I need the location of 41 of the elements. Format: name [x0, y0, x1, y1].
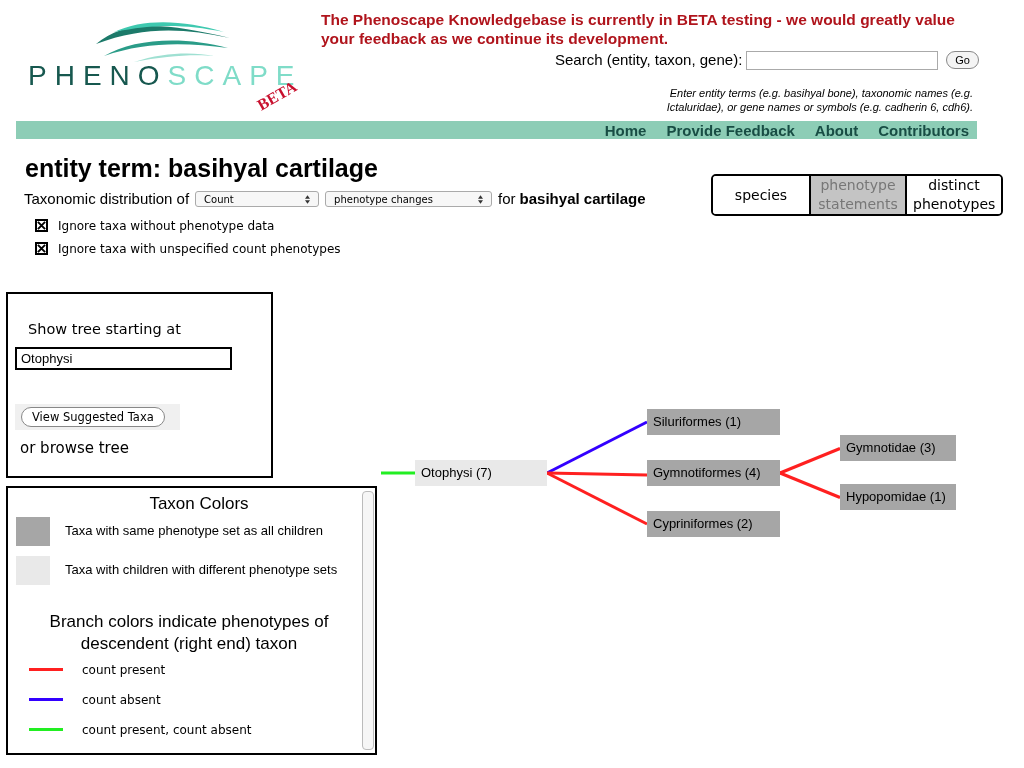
- taxon-field[interactable]: Otophysi: [15, 347, 232, 371]
- taxon-node[interactable]: Otophysi (7): [415, 459, 547, 486]
- taxon-node[interactable]: Siluriformes (1): [647, 408, 780, 435]
- page-title: entity term: basihyal cartilage: [25, 153, 379, 183]
- count-tab[interactable]: distinct phenotypes: [905, 176, 1001, 214]
- tree-start-label: Show tree starting at: [28, 319, 182, 339]
- taxon-node[interactable]: Hypopomidae (1): [840, 484, 956, 510]
- view-suggested-taxa-button[interactable]: View Suggested Taxa: [21, 407, 165, 428]
- updown-icon: [478, 194, 484, 204]
- taxon-node[interactable]: Cypriniformes (2): [647, 510, 780, 537]
- shade-swatch: [16, 516, 50, 546]
- search-field[interactable]: [746, 50, 939, 70]
- branch-label: count absent: [82, 691, 161, 709]
- term-label: basihyal cartilage: [519, 189, 646, 209]
- shade-label: Taxa with children with different phenotype sets: [65, 561, 338, 580]
- option-label: Ignore taxa with unspecified count phenotypes: [58, 240, 341, 258]
- branch-legend-title: Branch colors indicate phenotypes of descendent (right end) taxon: [48, 610, 330, 655]
- nav-link[interactable]: Provide Feedback: [666, 122, 795, 138]
- browse-tree-link[interactable]: or browse tree: [20, 437, 271, 460]
- type-select[interactable]: phenotype changes: [325, 191, 493, 208]
- nav-link[interactable]: About: [814, 122, 859, 138]
- taxon-node[interactable]: Gymnotiformes (4): [647, 459, 780, 486]
- shade-label: Taxa with same phenotype set as all children: [65, 522, 323, 541]
- taxon-node[interactable]: Gymnotidae (3): [840, 435, 956, 461]
- distribution-label: Taxonomic distribution of: [24, 189, 190, 209]
- nav-link[interactable]: Contributors: [878, 122, 969, 138]
- checkbox[interactable]: [35, 242, 48, 255]
- beta-notice: The Phenoscape Knowledgebase is currently in BETA testing - we would greatly value your feedback as we continue its development.: [321, 10, 956, 48]
- nav-link[interactable]: Home: [604, 122, 647, 138]
- updown-icon: [305, 194, 311, 204]
- search-label: Search (entity, taxon, gene):: [555, 50, 743, 70]
- go-button[interactable]: Go: [946, 51, 979, 70]
- measure-select[interactable]: Count: [195, 191, 320, 208]
- for-label: for: [498, 189, 516, 209]
- logo-text: PHENO: [28, 62, 168, 90]
- legend-title: Taxon Colors: [148, 493, 250, 514]
- search-hint: Enter entity terms (e.g. basihyal bone), taxonomic names (e.g. Ictaluridae), or gene names or symbols (e.g. cadherin 6, cdh6).: [665, 85, 973, 114]
- branch-label: count present, count absent: [82, 721, 252, 739]
- branch-label: count present: [82, 661, 166, 679]
- checkbox[interactable]: [35, 219, 48, 232]
- option-label: Ignore taxa without phenotype data: [58, 217, 275, 235]
